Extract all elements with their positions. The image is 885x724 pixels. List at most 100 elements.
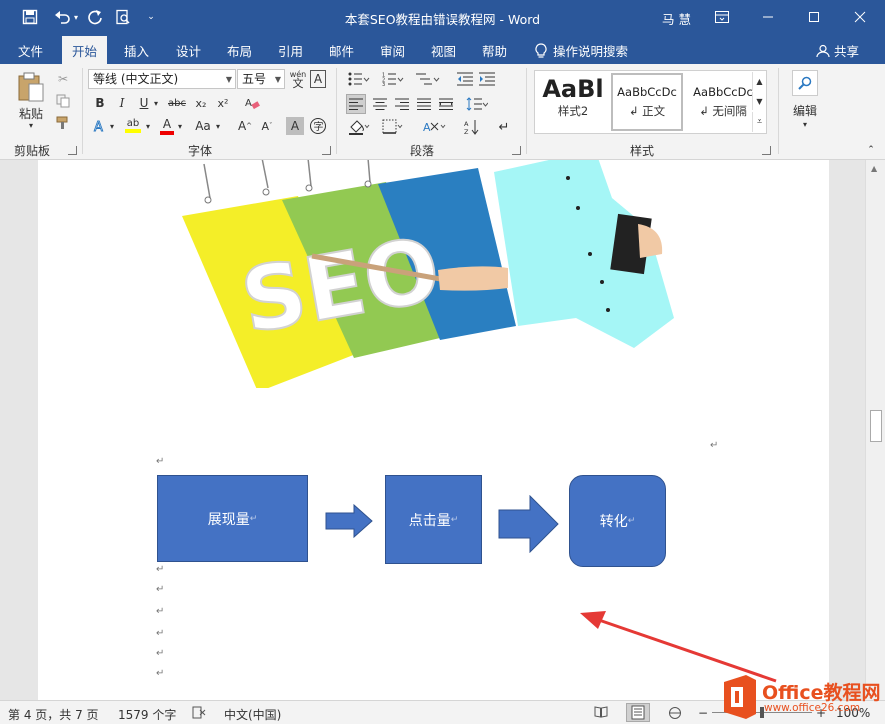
styles-scroll-up-icon[interactable]: ▲: [752, 72, 766, 90]
scroll-up-icon[interactable]: ▲: [871, 164, 877, 173]
strikethrough-icon[interactable]: abc: [166, 94, 188, 112]
copy-icon[interactable]: [54, 92, 72, 110]
tab-review[interactable]: 审阅: [380, 41, 405, 60]
editing-label[interactable]: 编辑: [788, 102, 822, 118]
maximize-button[interactable]: [791, 0, 837, 34]
flow-arrow[interactable]: [324, 503, 374, 539]
paste-icon[interactable]: [14, 70, 48, 104]
close-button[interactable]: [837, 0, 883, 34]
font-size-combo[interactable]: 五号 ▼: [237, 69, 285, 89]
language[interactable]: 中文(中国): [224, 706, 281, 723]
find-icon[interactable]: [792, 70, 818, 96]
font-name-combo[interactable]: 等线 (中文正文) ▼: [88, 69, 236, 89]
user-name[interactable]: 马 慧: [662, 9, 691, 28]
show-paragraph-marks-icon[interactable]: ↵: [494, 117, 514, 137]
multilevel-list-icon[interactable]: [414, 70, 442, 88]
seo-illustration[interactable]: SEO: [178, 160, 688, 388]
tab-view[interactable]: 视图: [431, 41, 456, 60]
save-icon[interactable]: [20, 8, 40, 26]
font-launcher-icon[interactable]: [322, 146, 331, 155]
flow-box-impressions[interactable]: 展现量 ↵: [157, 475, 308, 562]
paragraph-launcher-icon[interactable]: [512, 146, 521, 155]
paste-dropdown-icon[interactable]: ▾: [26, 120, 36, 130]
style-item[interactable]: AaBbCcDc ↲ 正文: [611, 73, 683, 131]
distributed-icon[interactable]: [436, 94, 456, 114]
undo-icon[interactable]: [52, 8, 74, 26]
styles-more-icon[interactable]: ⩡: [752, 112, 766, 132]
subscript-icon[interactable]: x₂: [192, 94, 210, 112]
superscript-icon[interactable]: x²: [214, 94, 232, 112]
styles-launcher-icon[interactable]: [762, 146, 771, 155]
clear-formatting-icon[interactable]: A: [242, 94, 262, 112]
chinese-layout-icon[interactable]: A: [420, 117, 450, 137]
undo-dropdown-icon[interactable]: ▾: [72, 8, 80, 26]
align-center-icon[interactable]: [370, 94, 390, 114]
flow-arrow[interactable]: [498, 495, 560, 553]
proofing-icon[interactable]: [192, 706, 208, 720]
phonetic-guide-button[interactable]: wén 文: [288, 68, 308, 90]
share-button[interactable]: 共享: [816, 41, 859, 60]
highlight-icon[interactable]: ab: [122, 116, 144, 136]
style-item[interactable]: AaBbCcDc ↲ 无间隔: [687, 73, 759, 131]
grow-font-icon[interactable]: A ^: [236, 116, 254, 136]
flow-box-conversion[interactable]: 转化 ↵: [569, 475, 666, 567]
zoom-out-button[interactable]: −: [698, 706, 708, 720]
web-layout-icon[interactable]: [668, 706, 682, 720]
print-layout-icon[interactable]: [626, 703, 650, 722]
tab-help[interactable]: 帮助: [482, 41, 507, 60]
collapse-ribbon-icon[interactable]: ⌃: [864, 144, 878, 156]
page-count[interactable]: 第 4 页，共 7 页: [8, 706, 99, 723]
ribbon-display-options-icon[interactable]: [699, 0, 745, 34]
text-effects-dropdown-icon[interactable]: ▾: [108, 118, 116, 134]
enclose-characters-icon[interactable]: 字: [308, 116, 328, 136]
change-case-dropdown-icon[interactable]: ▾: [214, 118, 222, 134]
read-mode-icon[interactable]: [594, 706, 608, 720]
sort-icon[interactable]: AZ: [462, 117, 482, 137]
line-spacing-icon[interactable]: [464, 94, 490, 114]
editing-dropdown-icon[interactable]: ▾: [800, 118, 810, 130]
text-effects-icon[interactable]: A: [90, 116, 110, 136]
word-count[interactable]: 1579 个字: [118, 706, 176, 723]
cut-icon[interactable]: ✂: [54, 70, 72, 88]
minimize-button[interactable]: [745, 0, 791, 34]
print-preview-icon[interactable]: [114, 8, 132, 26]
tell-me-search[interactable]: 操作说明搜索: [535, 41, 628, 60]
align-left-icon[interactable]: [346, 94, 366, 114]
redo-icon[interactable]: [86, 8, 104, 26]
highlight-dropdown-icon[interactable]: ▾: [144, 118, 152, 134]
tab-references[interactable]: 引用: [278, 41, 303, 60]
justify-icon[interactable]: [414, 94, 434, 114]
vertical-scrollbar[interactable]: ▲: [865, 160, 885, 700]
change-case-icon[interactable]: Aa: [192, 116, 214, 136]
italic-icon[interactable]: I: [114, 94, 130, 112]
scrollbar-thumb[interactable]: [870, 410, 882, 442]
format-painter-icon[interactable]: [54, 114, 72, 132]
flow-box-clicks[interactable]: 点击量 ↵: [385, 475, 482, 564]
borders-icon[interactable]: [380, 117, 406, 137]
shading-icon[interactable]: [346, 117, 372, 137]
clipboard-launcher-icon[interactable]: [68, 146, 77, 155]
paste-label[interactable]: 粘贴: [12, 106, 50, 121]
tab-home[interactable]: 开始: [62, 36, 108, 64]
style-item[interactable]: AaBl 样式2: [537, 73, 609, 131]
customize-qat-icon[interactable]: ⌄: [144, 8, 158, 26]
tab-insert[interactable]: 插入: [124, 41, 149, 60]
bullets-icon[interactable]: [346, 70, 372, 88]
decrease-indent-icon[interactable]: [456, 70, 474, 88]
tab-file[interactable]: 文件: [18, 41, 43, 60]
underline-dropdown-icon[interactable]: ▾: [152, 95, 160, 111]
bold-icon[interactable]: B: [92, 94, 108, 112]
shrink-font-icon[interactable]: Aˇ: [258, 116, 276, 136]
tab-mailings[interactable]: 邮件: [329, 41, 354, 60]
character-border-icon[interactable]: A: [310, 70, 326, 88]
tab-layout[interactable]: 布局: [227, 41, 252, 60]
font-color-icon[interactable]: A: [158, 116, 176, 136]
font-color-dropdown-icon[interactable]: ▾: [176, 118, 184, 134]
tab-design[interactable]: 设计: [176, 41, 201, 60]
styles-scroll-down-icon[interactable]: ▼: [752, 92, 766, 110]
increase-indent-icon[interactable]: [478, 70, 496, 88]
underline-icon[interactable]: U: [136, 94, 152, 112]
character-shading-icon[interactable]: A: [286, 117, 304, 135]
align-right-icon[interactable]: [392, 94, 412, 114]
numbering-icon[interactable]: 123: [380, 70, 406, 88]
